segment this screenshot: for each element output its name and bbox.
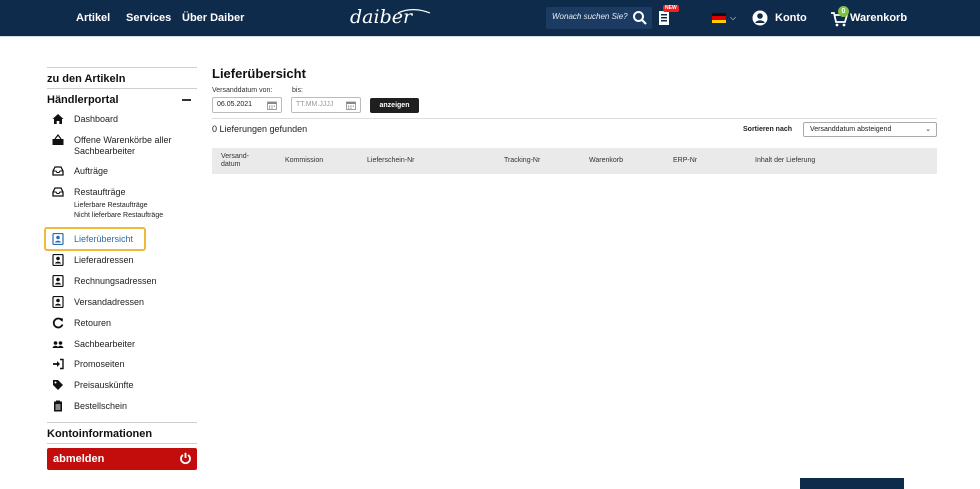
- column-header-tracking-nr[interactable]: Tracking-Nr: [504, 157, 540, 165]
- haendlerportal-title[interactable]: Händlerportal: [47, 94, 119, 106]
- users-icon: [52, 341, 64, 348]
- home-icon: [52, 114, 64, 124]
- sidebar-item-label: Sachbearbeiter: [74, 339, 136, 349]
- contact-card-icon: [52, 296, 64, 308]
- sidebar-item-label: Offene Warenkörbe aller Sachbearbeiter: [74, 135, 172, 156]
- sidebar-item-label: Versandadressen: [74, 297, 145, 307]
- header-divider: [0, 36, 980, 37]
- tray-icon: [52, 187, 64, 197]
- account-link[interactable]: Konto: [775, 12, 807, 24]
- date-from-input[interactable]: [217, 101, 263, 108]
- sidebar-item-label: Bestellschein: [74, 401, 128, 411]
- logo-text: daiber: [350, 6, 414, 28]
- chevron-down-icon[interactable]: ⌵: [730, 13, 736, 23]
- contact-card-icon: [52, 233, 64, 245]
- sidebar-subitem-lieferbare[interactable]: Lieferbare Restaufträge: [74, 202, 148, 209]
- date-to-input[interactable]: [296, 101, 342, 108]
- collapse-icon[interactable]: [182, 99, 191, 101]
- date-to-field: [291, 97, 361, 113]
- tray-icon: [52, 166, 64, 176]
- content-divider: [212, 118, 937, 119]
- date-from-label: Versanddatum von:: [212, 87, 273, 94]
- chevron-down-icon: ⌄: [925, 126, 931, 133]
- clipboard-icon: [54, 400, 62, 412]
- results-count: 0 Lieferungen gefunden: [212, 124, 308, 134]
- footer-button[interactable]: [800, 478, 904, 489]
- basket-icon: [52, 134, 64, 145]
- cart-link[interactable]: Warenkorb: [850, 12, 907, 24]
- column-header-versanddatum[interactable]: Versand- datum: [221, 153, 249, 169]
- sidebar-item-label: Lieferübersicht: [74, 234, 134, 244]
- sidebar-divider: [47, 88, 197, 89]
- sort-selected-value: Versanddatum absteigend: [810, 126, 892, 133]
- search-box: [546, 7, 652, 29]
- sidebar-subitem-nicht-lieferbare[interactable]: Nicht lieferbare Restaufträge: [74, 212, 163, 219]
- order-list-icon[interactable]: [658, 10, 670, 26]
- calendar-icon[interactable]: [346, 101, 356, 110]
- sidebar-item-label: Aufträge: [74, 166, 109, 176]
- nav-artikel[interactable]: Artikel: [76, 12, 110, 24]
- sidebar-item-label: Promoseiten: [74, 359, 125, 369]
- cart-count-badge: 0: [838, 6, 849, 17]
- column-header-lieferschein-nr[interactable]: Lieferschein-Nr: [367, 157, 414, 165]
- sidebar-item-label: Rechnungsadressen: [74, 276, 157, 286]
- show-deliveries-button[interactable]: anzeigen: [370, 98, 419, 113]
- sidebar-divider: [47, 443, 197, 444]
- logout-button[interactable]: abmelden: [47, 448, 197, 470]
- date-to-label: bis:: [292, 87, 303, 94]
- logout-label: abmelden: [53, 453, 105, 465]
- sidebar-item-label: Restaufträge: [74, 187, 126, 197]
- sidebar-divider: [47, 422, 197, 423]
- sign-in-icon: [53, 358, 64, 370]
- refresh-icon: [52, 317, 64, 329]
- column-header-warenkorb[interactable]: Warenkorb: [589, 157, 623, 165]
- search-icon[interactable]: [632, 10, 648, 26]
- nav-ueber-daiber[interactable]: Über Daiber: [182, 12, 244, 24]
- sidebar-item-label: Lieferadressen: [74, 255, 134, 265]
- german-flag-icon[interactable]: [712, 13, 726, 23]
- search-input[interactable]: [552, 12, 628, 21]
- daiber-logo[interactable]: daiber: [348, 4, 432, 32]
- contact-card-icon: [52, 254, 64, 266]
- column-header-inhalt[interactable]: Inhalt der Lieferung: [755, 157, 815, 165]
- sidebar-item-label: Preisauskünfte: [74, 380, 134, 390]
- page-title: Lieferübersicht: [212, 66, 306, 81]
- sort-select[interactable]: Versanddatum absteigend ⌄: [803, 122, 937, 137]
- power-icon: [180, 452, 191, 465]
- contact-card-icon: [52, 275, 64, 287]
- date-from-field: [212, 97, 282, 113]
- sidebar-item-label: Dashboard: [74, 114, 119, 124]
- user-icon[interactable]: [752, 10, 768, 26]
- account-info-title[interactable]: Kontoinformationen: [47, 428, 152, 440]
- tag-icon: [53, 380, 63, 390]
- delivery-table-header: Versand- datum Kommission Lieferschein-N…: [212, 148, 937, 174]
- sidebar-divider: [47, 67, 197, 68]
- column-header-kommission[interactable]: Kommission: [285, 157, 323, 165]
- calendar-icon[interactable]: [267, 101, 277, 110]
- nav-services[interactable]: Services: [126, 12, 171, 24]
- new-badge: NEW: [663, 5, 679, 12]
- sort-label: Sortieren nach: [743, 126, 793, 133]
- top-navigation-bar: Artikel Services Über Daiber daiber NEW …: [0, 0, 980, 36]
- column-header-erp-nr[interactable]: ERP-Nr: [673, 157, 697, 165]
- sidebar-item-label: Retouren: [74, 318, 112, 328]
- back-to-articles-link[interactable]: zu den Artikeln: [47, 73, 125, 85]
